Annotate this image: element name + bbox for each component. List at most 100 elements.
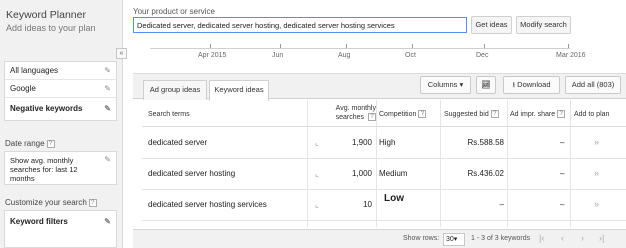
columns-label: Columns — [427, 80, 458, 89]
date-range-box[interactable]: Show avg. monthly searches for: last 12 … — [4, 151, 117, 185]
download-button[interactable]: ⭳ Download — [503, 76, 560, 94]
table-footer: Show rows: 30▾ 1 - 3 of 3 keywords |‹ ‹ … — [133, 229, 626, 248]
add-to-plan-icon[interactable]: » — [594, 137, 599, 147]
trend-chart-icon[interactable]: ⌞ — [315, 200, 319, 209]
get-ideas-button[interactable]: Get ideas — [471, 16, 512, 34]
table-row: dedicated server hosting ⌞ 1,000 Medium … — [142, 159, 626, 190]
product-label: Your product or service — [133, 7, 215, 16]
help-icon[interactable]: ? — [490, 110, 499, 119]
timeline-tick — [346, 44, 347, 48]
app-subtitle: Add ideas to your plan — [6, 23, 96, 33]
trend-chart-icon[interactable]: ⌞ — [315, 138, 319, 147]
column-divider — [307, 100, 308, 227]
tabs-toolbar: Ad group ideas Keyword ideas Columns ▾ 📈… — [133, 73, 626, 101]
column-divider — [507, 100, 508, 227]
timeline-label: Aug — [338, 52, 351, 59]
customize-text: Customize your search — [5, 198, 87, 207]
negative-keywords-label: Negative keywords — [10, 104, 83, 113]
header-avg-monthly[interactable]: Avg. monthly searches ? — [324, 104, 376, 122]
pencil-icon[interactable]: ✎ — [104, 155, 111, 164]
keyword-filters-label: Keyword filters — [10, 217, 68, 226]
cell-avg-searches: 1,000 — [351, 169, 372, 178]
cell-avg-searches: 10 — [363, 200, 372, 209]
cell-ad-impr-share: – — [560, 169, 565, 178]
left-sidebar: Keyword Planner Add ideas to your plan A… — [0, 0, 123, 248]
cell-ad-impr-share: – — [560, 138, 565, 147]
column-divider — [570, 100, 571, 227]
header-add-to-plan: Add to plan — [574, 111, 610, 118]
pencil-icon[interactable]: ✎ — [104, 211, 111, 233]
cell-search-term: dedicated server — [148, 138, 208, 147]
modify-search-button[interactable]: Modify search — [516, 16, 571, 34]
help-icon[interactable]: ? — [368, 113, 376, 122]
rows-per-page-value: 30 — [446, 236, 454, 243]
pencil-icon[interactable]: ✎ — [104, 62, 111, 80]
cell-suggested-bid: – — [499, 200, 504, 209]
pencil-icon[interactable]: ✎ — [104, 80, 111, 98]
targeting-negative-keywords[interactable]: Negative keywords ✎ — [5, 98, 116, 120]
targeting-panel: All languages ✎ Google ✎ Negative keywor… — [4, 61, 117, 121]
help-icon[interactable]: ? — [88, 198, 97, 207]
date-range-value: Show avg. monthly searches for: last 12 … — [10, 156, 78, 183]
header-suggested-bid[interactable]: Suggested bid? — [444, 110, 499, 119]
header-ad-impr-share-label: Ad impr. share — [510, 111, 556, 118]
cell-avg-searches: 1,900 — [351, 138, 372, 147]
header-ad-impr-share[interactable]: Ad impr. share? — [510, 110, 566, 119]
table-header: Search terms Avg. monthly searches ? Com… — [142, 100, 626, 127]
next-page-icon[interactable]: › — [581, 233, 584, 243]
help-icon[interactable]: ? — [418, 110, 427, 119]
column-divider — [440, 100, 441, 227]
rows-per-page-select[interactable]: 30▾ — [443, 233, 465, 246]
timeline-tick — [484, 44, 485, 48]
tab-ad-group-ideas[interactable]: Ad group ideas — [143, 80, 207, 100]
cell-competition: High — [379, 138, 396, 147]
add-to-plan-icon[interactable]: » — [594, 168, 599, 178]
cell-suggested-bid: Rs.588.58 — [467, 138, 504, 147]
header-competition[interactable]: Competition? — [379, 110, 427, 119]
header-search-terms[interactable]: Search terms — [148, 110, 190, 119]
timeline-label: Oct — [405, 52, 416, 59]
chart-icon: 📈︎ — [481, 80, 491, 89]
timeline-tick — [568, 44, 569, 48]
collapse-sidebar-button[interactable]: « — [116, 48, 127, 59]
cell-ad-impr-share: – — [560, 200, 565, 209]
pagination-range: 1 - 3 of 3 keywords — [471, 235, 531, 242]
tab-keyword-ideas[interactable]: Keyword ideas — [209, 80, 269, 101]
date-range-label: Date range? — [5, 139, 55, 148]
download-label: Download — [517, 80, 551, 89]
targeting-language[interactable]: All languages ✎ — [5, 62, 116, 80]
trend-chart-icon[interactable]: ⌞ — [315, 169, 319, 178]
timeline-tick — [280, 44, 281, 48]
timeline-label: Dec — [476, 52, 489, 59]
timeline-label: Jun — [272, 52, 284, 59]
help-icon[interactable]: ? — [46, 139, 55, 148]
pencil-icon[interactable]: ✎ — [104, 98, 111, 120]
date-range-text: Date range — [5, 139, 45, 148]
chart-toggle-button[interactable]: 📈︎ — [476, 76, 496, 94]
first-page-icon[interactable]: |‹ — [539, 233, 544, 243]
chevron-down-icon: ▾ — [459, 80, 464, 89]
timeline-tick — [412, 44, 413, 48]
last-page-icon[interactable]: ›| — [599, 233, 604, 243]
show-rows-label: Show rows: — [403, 235, 440, 242]
keyword-filters-row[interactable]: Keyword filters ✎ — [5, 211, 116, 233]
cell-search-term: dedicated server hosting services — [148, 200, 267, 209]
download-icon: ⭳ — [512, 80, 516, 89]
timeline-label: Apr 2015 — [198, 52, 227, 59]
app-title: Keyword Planner — [6, 9, 86, 21]
customize-label: Customize your search? — [5, 198, 97, 207]
targeting-network[interactable]: Google ✎ — [5, 80, 116, 98]
prev-page-icon[interactable]: ‹ — [561, 233, 564, 243]
help-icon[interactable]: ? — [557, 110, 566, 119]
add-to-plan-icon[interactable]: » — [594, 199, 599, 209]
timeline-label: Mar 2016 — [556, 52, 586, 59]
timeline-axis — [150, 48, 570, 49]
product-search-input[interactable] — [133, 17, 467, 33]
table-row: dedicated server ⌞ 1,900 High Rs.588.58 … — [142, 128, 626, 159]
targeting-network-label: Google — [10, 84, 36, 93]
add-all-button[interactable]: Add all (803) — [565, 76, 621, 94]
keyword-filters-panel: Keyword filters ✎ — [4, 210, 117, 248]
cell-competition: Medium — [379, 169, 408, 178]
cell-search-term: dedicated server hosting — [148, 169, 236, 178]
columns-button[interactable]: Columns ▾ — [420, 76, 471, 94]
